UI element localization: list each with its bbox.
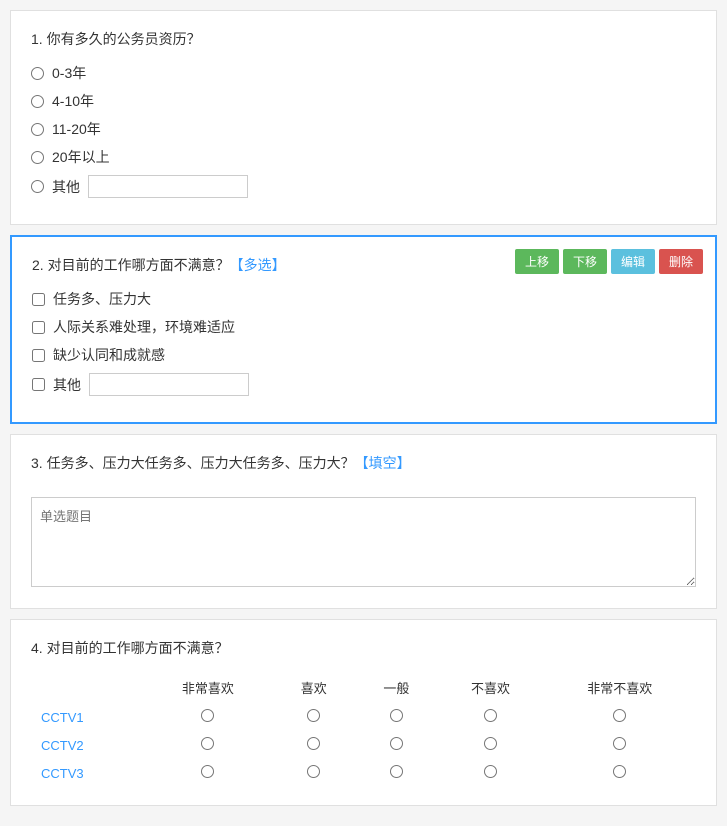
question-suffix-2: 【多选】	[230, 257, 286, 273]
matrix-row-0: CCTV1	[31, 703, 696, 731]
matrix-radio-r2c1[interactable]	[307, 765, 320, 778]
matrix-row-label-2: CCTV3	[31, 759, 143, 787]
matrix-row-1: CCTV2	[31, 731, 696, 759]
matrix-col-header-2: 一般	[355, 672, 438, 703]
option-label: 其他	[52, 177, 80, 197]
checkbox-q2-3[interactable]	[32, 378, 45, 391]
btn-up[interactable]: 上移	[515, 249, 559, 274]
question-text-2: 对目前的工作哪方面不满意？	[48, 257, 230, 273]
option-row: 其他	[32, 373, 695, 396]
page-container: 1. 你有多久的公务员资历？ 0-3年 4-10年 11-20年 20年以上 其…	[10, 10, 717, 806]
option-text-input-q1[interactable]	[88, 175, 248, 198]
btn-down[interactable]: 下移	[563, 249, 607, 274]
question-text-1: 你有多久的公务员资历？	[47, 31, 201, 47]
matrix-radio-r1c2[interactable]	[390, 737, 403, 750]
option-label: 人际关系难处理，环境难适应	[53, 317, 235, 337]
option-label: 11-20年	[52, 119, 101, 139]
matrix-radio-r0c2[interactable]	[390, 709, 403, 722]
matrix-table: 非常喜欢 喜欢 一般 不喜欢 非常不喜欢 CCTV1 CCTV2	[31, 672, 696, 787]
matrix-radio-r1c0[interactable]	[201, 737, 214, 750]
checkbox-q2-1[interactable]	[32, 321, 45, 334]
option-text-input-q2[interactable]	[89, 373, 249, 396]
question-block-1: 1. 你有多久的公务员资历？ 0-3年 4-10年 11-20年 20年以上 其…	[10, 10, 717, 225]
option-row: 人际关系难处理，环境难适应	[32, 317, 695, 337]
question-text-3: 任务多、压力大任务多、压力大任务多、压力大？	[47, 455, 355, 471]
matrix-radio-r0c0[interactable]	[201, 709, 214, 722]
matrix-col-header-0: 非常喜欢	[143, 672, 272, 703]
btn-delete[interactable]: 删除	[659, 249, 703, 274]
question-number-3: 3	[31, 455, 39, 471]
question-number-4: 4	[31, 640, 39, 656]
option-row: 4-10年	[31, 91, 696, 111]
matrix-col-header-4: 非常不喜欢	[543, 672, 696, 703]
question-text-4: 对目前的工作哪方面不满意？	[47, 640, 229, 656]
radio-q1-1[interactable]	[31, 95, 44, 108]
option-label: 其他	[53, 375, 81, 395]
checkbox-q2-0[interactable]	[32, 293, 45, 306]
option-label: 0-3年	[52, 63, 86, 83]
radio-q1-4[interactable]	[31, 180, 44, 193]
question-title-3: 3. 任务多、压力大任务多、压力大任务多、压力大？【填空】	[31, 453, 696, 473]
option-label: 任务多、压力大	[53, 289, 151, 309]
option-row: 20年以上	[31, 147, 696, 167]
option-row: 缺少认同和成就感	[32, 345, 695, 365]
question-title-1: 1. 你有多久的公务员资历？	[31, 29, 696, 49]
matrix-radio-r1c1[interactable]	[307, 737, 320, 750]
matrix-col-header-empty	[31, 672, 143, 703]
question-number-1: 1	[31, 31, 39, 47]
matrix-radio-r2c0[interactable]	[201, 765, 214, 778]
fill-textarea-q3[interactable]	[31, 497, 696, 587]
option-label: 4-10年	[52, 91, 94, 111]
option-row: 11-20年	[31, 119, 696, 139]
matrix-col-header-3: 不喜欢	[438, 672, 544, 703]
matrix-row-2: CCTV3	[31, 759, 696, 787]
radio-q1-0[interactable]	[31, 67, 44, 80]
matrix-radio-r0c4[interactable]	[613, 709, 626, 722]
option-row: 0-3年	[31, 63, 696, 83]
question-number-2: 2	[32, 257, 40, 273]
option-label: 缺少认同和成就感	[53, 345, 165, 365]
option-label: 20年以上	[52, 147, 110, 167]
matrix-radio-r2c2[interactable]	[390, 765, 403, 778]
radio-q1-2[interactable]	[31, 123, 44, 136]
matrix-radio-r1c4[interactable]	[613, 737, 626, 750]
matrix-row-label-0: CCTV1	[31, 703, 143, 731]
option-row: 其他	[31, 175, 696, 198]
matrix-radio-r1c3[interactable]	[484, 737, 497, 750]
radio-q1-3[interactable]	[31, 151, 44, 164]
checkbox-q2-2[interactable]	[32, 349, 45, 362]
option-row: 任务多、压力大	[32, 289, 695, 309]
question-block-3: 3. 任务多、压力大任务多、压力大任务多、压力大？【填空】	[10, 434, 717, 609]
question-title-4: 4. 对目前的工作哪方面不满意？	[31, 638, 696, 658]
matrix-row-label-1: CCTV2	[31, 731, 143, 759]
action-buttons: 上移 下移 编辑 删除	[515, 249, 703, 274]
matrix-col-header-1: 喜欢	[273, 672, 356, 703]
btn-edit[interactable]: 编辑	[611, 249, 655, 274]
matrix-radio-r0c3[interactable]	[484, 709, 497, 722]
matrix-radio-r2c4[interactable]	[613, 765, 626, 778]
question-suffix-3: 【填空】	[355, 455, 411, 471]
matrix-radio-r0c1[interactable]	[307, 709, 320, 722]
question-block-4: 4. 对目前的工作哪方面不满意？ 非常喜欢 喜欢 一般 不喜欢 非常不喜欢 CC…	[10, 619, 717, 806]
matrix-radio-r2c3[interactable]	[484, 765, 497, 778]
question-block-2: 上移 下移 编辑 删除 2. 对目前的工作哪方面不满意？【多选】 任务多、压力大…	[10, 235, 717, 424]
